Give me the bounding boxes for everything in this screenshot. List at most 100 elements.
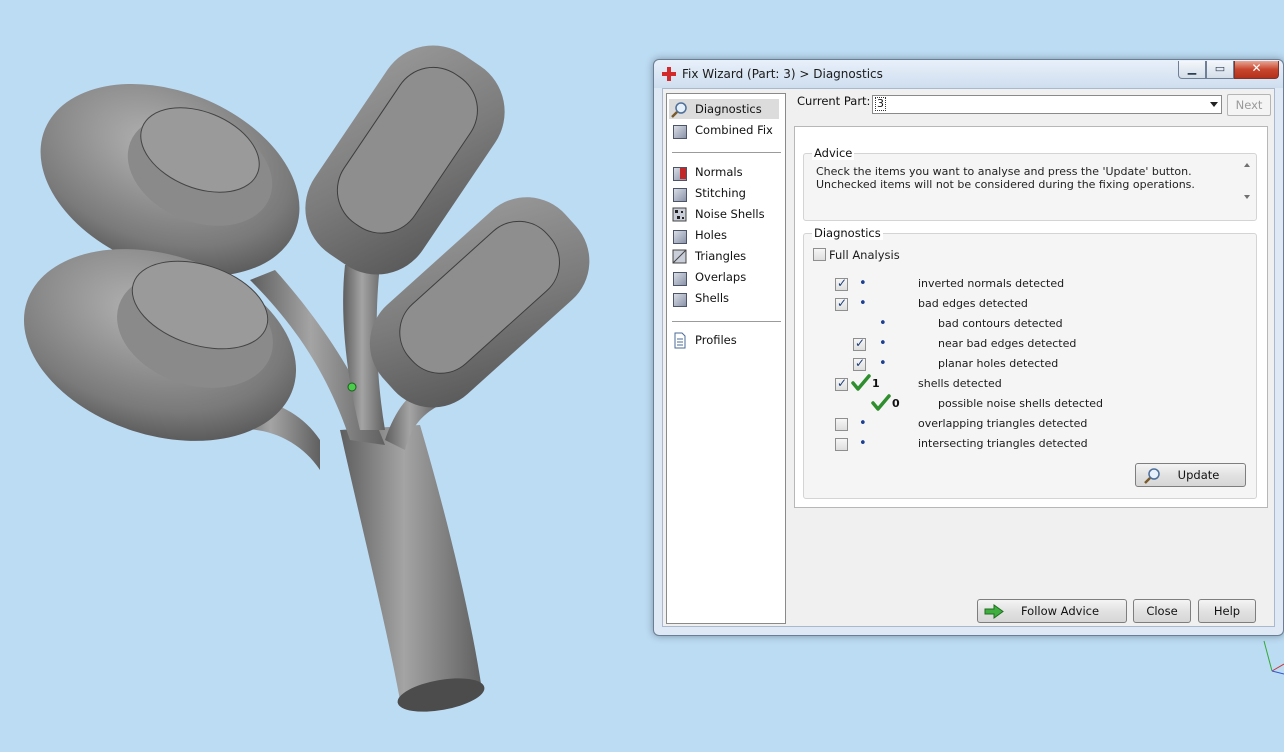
full-analysis-checkbox[interactable] <box>813 248 826 261</box>
advice-group: Advice Check the items you want to analy… <box>803 146 1257 221</box>
advice-title: Advice <box>812 146 855 160</box>
status-dot: • <box>879 316 887 331</box>
cube-icon <box>671 290 688 307</box>
3d-viewport[interactable] <box>0 0 650 752</box>
help-button[interactable]: Help <box>1198 599 1256 623</box>
shells-checkbox[interactable] <box>835 376 848 391</box>
nav-label: Overlaps <box>695 270 747 284</box>
nav-divider <box>672 152 781 153</box>
status-dot: • <box>859 436 867 451</box>
green-arrow-icon <box>984 604 1004 619</box>
inverted-normals-checkbox[interactable] <box>835 276 848 291</box>
nav-item-normals[interactable]: Normals <box>669 162 779 182</box>
diag-count: 1 <box>872 377 880 390</box>
nav-item-stitching[interactable]: Stitching <box>669 183 779 203</box>
nav-item-overlaps[interactable]: Overlaps <box>669 267 779 287</box>
diag-row-label: planar holes detected <box>938 357 1059 370</box>
nav-item-holes[interactable]: Holes <box>669 225 779 245</box>
minimize-icon: ▁ <box>1187 62 1197 75</box>
diag-row-label: bad edges detected <box>918 297 1028 310</box>
update-label: Update <box>1177 468 1220 482</box>
status-dot: • <box>879 336 887 351</box>
advice-text: Check the items you want to analyse and … <box>816 165 1195 191</box>
nav-label: Normals <box>695 165 743 179</box>
follow-advice-label: Follow Advice <box>1020 604 1100 618</box>
dialog-client: Diagnostics Combined Fix Normals Stitchi… <box>662 88 1275 627</box>
nav-label: Holes <box>695 228 727 242</box>
diag-row-label: bad contours detected <box>938 317 1063 330</box>
pivot-marker <box>347 382 357 392</box>
status-dot: • <box>859 296 867 311</box>
next-button[interactable]: Next <box>1227 94 1271 116</box>
diag-row-label: shells detected <box>918 377 1002 390</box>
title-bar[interactable]: Fix Wizard (Part: 3) > Diagnostics ▁ ▭ ✕ <box>654 60 1283 88</box>
nav-item-noise-shells[interactable]: Noise Shells <box>669 204 779 224</box>
diag-row-label: intersecting triangles detected <box>918 437 1088 450</box>
near-bad-edges-checkbox[interactable] <box>853 336 866 351</box>
intersecting-triangles-checkbox[interactable] <box>835 438 848 451</box>
nav-label: Profiles <box>695 333 737 347</box>
nav-item-combined-fix[interactable]: Combined Fix <box>669 120 779 140</box>
diag-row-label: near bad edges detected <box>938 337 1077 350</box>
diagnostics-group: Diagnostics Full Analysis • inverted nor… <box>803 226 1257 499</box>
nav-label: Stitching <box>695 186 746 200</box>
bad-edges-checkbox[interactable] <box>835 296 848 311</box>
diag-count: 0 <box>892 397 900 410</box>
green-check-icon <box>871 394 891 411</box>
status-dot: • <box>859 416 867 431</box>
overlapping-triangles-checkbox[interactable] <box>835 418 848 431</box>
nav-item-diagnostics[interactable]: Diagnostics <box>669 99 779 119</box>
nav-item-shells[interactable]: Shells <box>669 288 779 308</box>
cube-icon <box>671 227 688 244</box>
status-dot: • <box>879 356 887 371</box>
cube-icon <box>671 185 688 202</box>
diagnostics-title: Diagnostics <box>812 226 883 240</box>
noise-shells-icon <box>672 207 687 221</box>
cube-icon <box>671 122 688 139</box>
diagnostics-panel: Advice Check the items you want to analy… <box>794 126 1268 508</box>
diag-row-label: inverted normals detected <box>918 277 1065 290</box>
update-button[interactable]: Update <box>1135 463 1246 487</box>
axis-indicator-icon <box>1263 640 1284 675</box>
status-dot: • <box>859 276 867 291</box>
red-cross-icon <box>662 67 676 81</box>
close-button[interactable]: Close <box>1133 599 1191 623</box>
current-part-select[interactable]: 3 <box>872 95 1222 114</box>
magnifier-icon <box>1144 468 1160 484</box>
scroll-down-icon[interactable] <box>1244 195 1250 199</box>
normals-cube-icon <box>671 164 688 181</box>
cube-icon <box>671 269 688 286</box>
window-controls: ▁ ▭ ✕ <box>1178 61 1279 80</box>
scroll-up-icon[interactable] <box>1244 163 1250 167</box>
triangles-cube-icon <box>672 249 687 263</box>
nav-label: Diagnostics <box>695 102 762 116</box>
fix-wizard-dialog: Fix Wizard (Part: 3) > Diagnostics ▁ ▭ ✕… <box>653 59 1284 636</box>
wizard-nav: Diagnostics Combined Fix Normals Stitchi… <box>666 93 786 624</box>
3d-model[interactable] <box>0 24 611 717</box>
nav-item-triangles[interactable]: Triangles <box>669 246 779 266</box>
chevron-down-icon <box>1210 102 1218 107</box>
minimize-button[interactable]: ▁ <box>1178 61 1206 79</box>
full-analysis-label: Full Analysis <box>829 248 900 262</box>
window-title: Fix Wizard (Part: 3) > Diagnostics <box>682 67 883 81</box>
magnifier-icon <box>671 101 687 118</box>
maximize-button[interactable]: ▭ <box>1206 61 1234 79</box>
planar-holes-checkbox[interactable] <box>853 356 866 371</box>
document-icon <box>674 332 686 348</box>
green-check-icon <box>851 374 871 391</box>
close-window-button[interactable]: ✕ <box>1234 61 1279 79</box>
close-icon: ✕ <box>1251 61 1262 75</box>
nav-label: Shells <box>695 291 730 305</box>
current-part-value: 3 <box>875 97 886 111</box>
diag-row-label: overlapping triangles detected <box>918 417 1088 430</box>
nav-label: Triangles <box>695 249 747 263</box>
current-part-label: Current Part: <box>797 94 871 108</box>
advice-scrollbar[interactable] <box>1241 159 1253 203</box>
diag-row-label: possible noise shells detected <box>938 397 1104 410</box>
nav-label: Combined Fix <box>695 123 773 137</box>
maximize-icon: ▭ <box>1214 62 1226 75</box>
follow-advice-button[interactable]: Follow Advice <box>977 599 1127 623</box>
nav-divider <box>672 321 781 322</box>
nav-label: Noise Shells <box>695 207 765 221</box>
nav-item-profiles[interactable]: Profiles <box>669 330 779 350</box>
